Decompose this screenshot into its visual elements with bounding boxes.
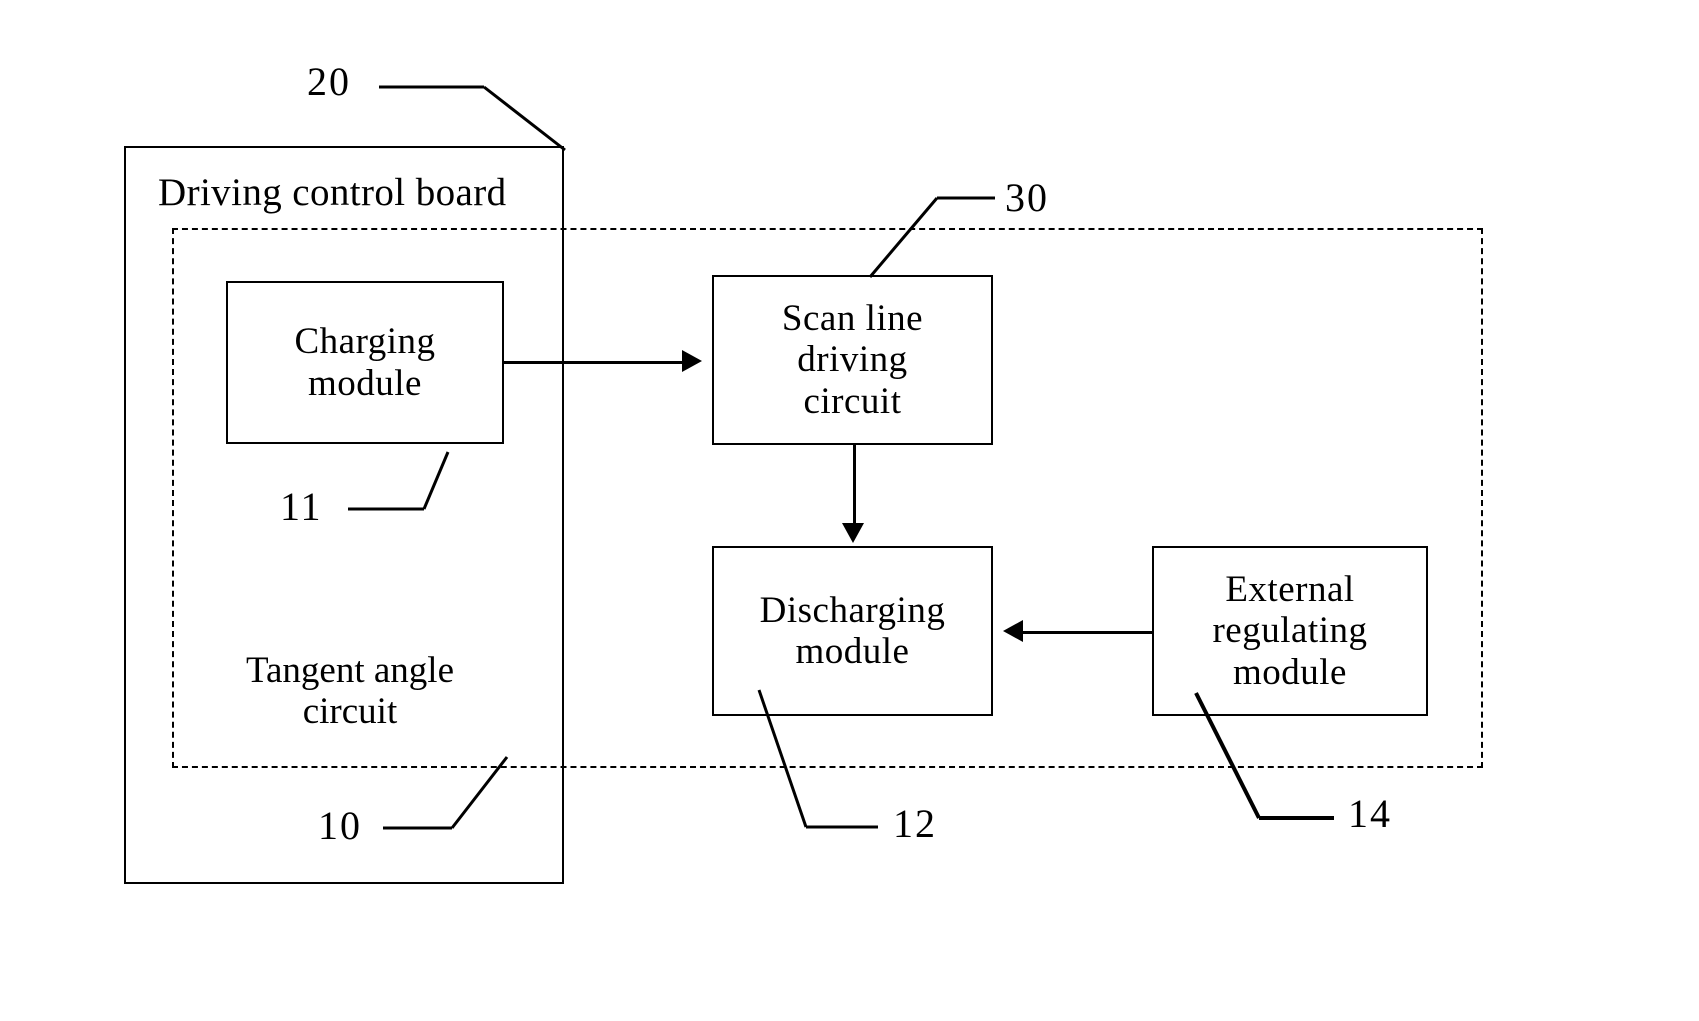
- scan-line-driving-circuit-block[interactable]: Scan line driving circuit: [712, 275, 993, 445]
- connector-scanline-to-discharging: [853, 445, 856, 523]
- ref-numeral-11: 11: [280, 484, 323, 529]
- arrowhead-scanline-to-discharging: [842, 523, 864, 543]
- driving-control-board-title: Driving control board: [158, 171, 507, 214]
- leader-line-30: [868, 196, 995, 278]
- ref-numeral-10: 10: [318, 803, 362, 848]
- arrowhead-charging-to-scanline: [682, 350, 702, 372]
- arrowhead-external-to-discharging: [1003, 620, 1023, 642]
- driving-control-board-container: [124, 146, 564, 884]
- external-regulating-module-label: External regulating module: [1212, 568, 1368, 693]
- tangent-angle-circuit-label: Tangent angle circuit: [245, 650, 455, 733]
- figure-canvas: Driving control board Tangent angle circ…: [0, 0, 1699, 1021]
- connector-charging-to-scanline: [504, 361, 682, 364]
- ref-numeral-20: 20: [307, 59, 351, 104]
- discharging-module-block[interactable]: Discharging module: [712, 546, 993, 716]
- charging-module-block[interactable]: Charging module: [226, 281, 504, 444]
- scan-line-driving-circuit-label: Scan line driving circuit: [781, 297, 924, 422]
- leader-line-20: [379, 85, 566, 152]
- ref-numeral-12: 12: [893, 801, 937, 846]
- connector-external-to-discharging: [1023, 631, 1152, 634]
- charging-module-label: Charging module: [294, 321, 436, 404]
- discharging-module-label: Discharging module: [759, 589, 946, 672]
- external-regulating-module-block[interactable]: External regulating module: [1152, 546, 1428, 716]
- ref-numeral-14: 14: [1348, 791, 1392, 836]
- ref-numeral-30: 30: [1005, 175, 1049, 220]
